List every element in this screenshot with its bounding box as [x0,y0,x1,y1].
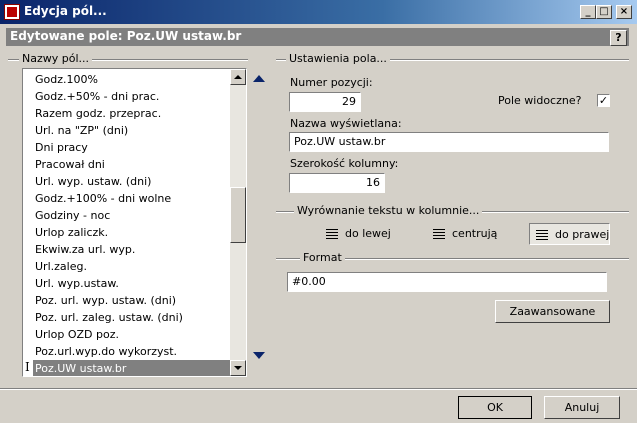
list-item[interactable]: Pracował dni [35,156,105,173]
align-right-icon [536,230,548,240]
cancel-button[interactable]: Anuluj [544,396,620,419]
align-center-button[interactable]: centrują [429,223,501,245]
close-button[interactable]: × [616,5,632,19]
list-item[interactable]: Ekwiw.za url. wyp. [35,241,135,258]
format-input[interactable]: #0.00 [287,272,607,292]
align-center-label: centrują [452,227,498,240]
ok-button-label: OK [487,401,503,414]
list-item[interactable]: Dni pracy [35,139,88,156]
minimize-button[interactable]: _ [580,5,596,19]
move-down-icon[interactable] [253,352,265,359]
fields-group-label: Nazwy pól... [19,52,93,65]
window-title: Edycja pól... [24,4,107,18]
list-item[interactable]: Poz. url. wyp. ustaw. (dni) [35,292,176,309]
list-item[interactable]: Url. wyp. ustaw. (dni) [35,173,151,190]
position-label: Numer pozycji: [290,76,373,89]
align-left-button[interactable]: do lewej [322,223,395,245]
list-item-selected[interactable]: Poz.UW ustaw.br [33,360,230,376]
move-up-icon[interactable] [253,75,265,82]
column-width-input[interactable]: 16 [289,173,385,193]
visible-label: Pole widoczne? [498,94,582,107]
column-width-label: Szerokość kolumny: [290,157,399,170]
align-right-label: do prawej [555,228,610,241]
edited-field-header: Edytowane pole: Poz.UW ustaw.br [6,28,629,46]
list-item[interactable]: Godziny - noc [35,207,110,224]
advanced-button-label: Zaawansowane [509,305,596,318]
align-center-icon [433,229,445,239]
list-scrollbar[interactable] [230,69,246,376]
edited-field-title: Edytowane pole: Poz.UW ustaw.br [10,29,242,43]
list-item[interactable]: Godz.+50% - dni prac. [35,88,159,105]
list-item[interactable]: Urlop OZD poz. [35,326,119,343]
list-item[interactable]: Razem godz. przeprac. [35,105,161,122]
list-item[interactable]: Godz.100% [35,71,98,88]
title-bar: Edycja pól... _ □ × [0,0,637,24]
list-item[interactable]: Poz. url. zaleg. ustaw. (dni) [35,309,183,326]
list-item[interactable]: Url. wyp.ustaw. [35,275,119,292]
display-name-input[interactable]: Poz.UW ustaw.br [289,132,609,152]
align-left-icon [326,229,338,239]
list-item[interactable]: Url.zaleg. [35,258,87,275]
align-right-button[interactable]: do prawej [529,223,610,245]
visible-checkbox[interactable]: ✓ [597,94,610,107]
list-item[interactable]: Url. na "ZP" (dni) [35,122,128,139]
display-name-label: Nazwa wyświetlana: [290,117,402,130]
scroll-down-button[interactable] [230,360,246,376]
list-item[interactable]: Poz.url.wyp.do wykorzyst. [35,343,177,360]
position-input[interactable]: 29 [289,92,361,112]
ok-button[interactable]: OK [458,396,532,419]
format-group-label: Format [300,251,345,264]
row-cursor-marker: I [25,360,30,374]
maximize-button[interactable]: □ [596,5,612,19]
list-item[interactable]: Godz.+100% - dni wolne [35,190,171,207]
scroll-up-button[interactable] [230,69,246,85]
cancel-button-label: Anuluj [564,401,600,414]
footer-divider [0,388,637,390]
app-icon [4,4,20,20]
alignment-group-label: Wyrównanie tekstu w kolumnie... [294,204,483,217]
chevron-down-icon [234,366,242,370]
scroll-thumb[interactable] [230,187,246,243]
list-item[interactable]: Urlop zaliczk. [35,224,108,241]
chevron-up-icon [234,75,242,79]
fields-listbox[interactable]: Godz.100% Godz.+50% - dni prac. Razem go… [22,68,247,377]
settings-group-label: Ustawienia pola... [286,52,390,65]
advanced-button[interactable]: Zaawansowane [495,300,610,323]
help-button[interactable]: ? [610,30,627,46]
align-left-label: do lewej [345,227,391,240]
